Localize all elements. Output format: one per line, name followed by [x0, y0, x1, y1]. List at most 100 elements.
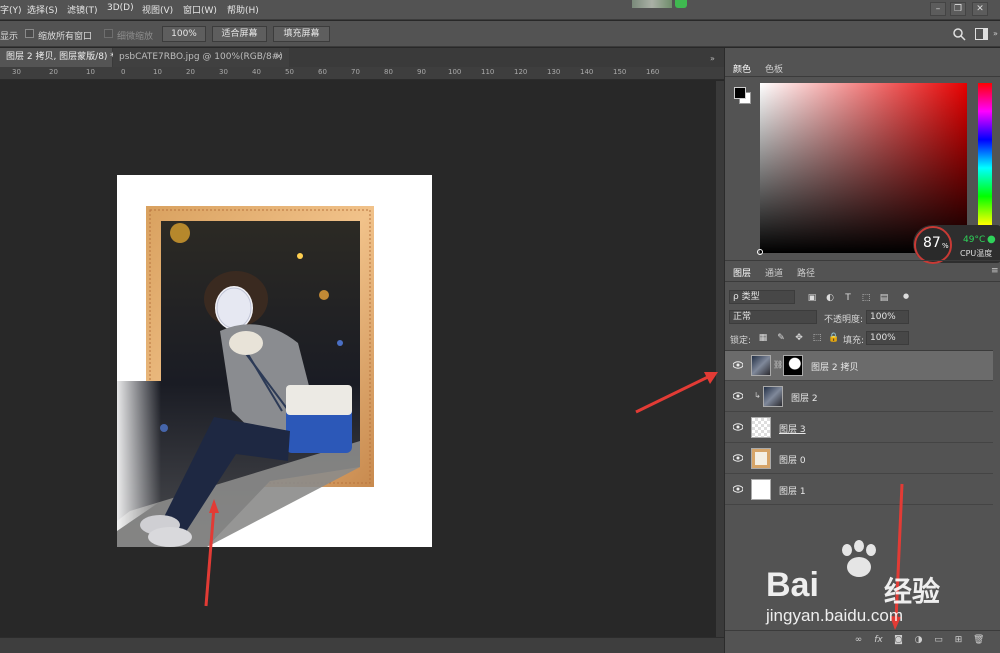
smart-object-filter-icon[interactable]: ▤	[879, 293, 889, 303]
new-group-icon[interactable]: ▭	[933, 635, 944, 646]
tab-active-document[interactable]: 图层 2 拷贝, 图层蒙版/8) *	[0, 48, 115, 67]
layer-filter-value: ρ 类型	[733, 292, 760, 302]
layer-name[interactable]: 图层 1	[779, 484, 806, 497]
opacity-label: 不透明度:	[824, 315, 864, 325]
tab-swatches[interactable]: 色板	[765, 62, 783, 75]
link-layers-icon[interactable]: ∞	[853, 635, 864, 646]
close-window-button[interactable]: ✕	[972, 2, 988, 16]
paw-logo-icon	[842, 540, 876, 577]
lock-pixels-icon[interactable]: ✎	[776, 333, 786, 343]
search-icon[interactable]	[953, 28, 966, 41]
layer-thumbnail	[763, 386, 783, 407]
delete-layer-icon[interactable]: 🗑	[973, 635, 984, 646]
vertical-scrollbar[interactable]	[716, 81, 724, 637]
ruler-label: 70	[351, 68, 360, 76]
zoom-all-windows-checkbox[interactable]	[25, 29, 34, 38]
menu-3d[interactable]: 3D(D)	[107, 3, 134, 13]
fill-value: 100%	[870, 333, 896, 343]
panel-expand-icon[interactable]: »	[993, 29, 998, 38]
tab-layers[interactable]: 图层	[733, 266, 751, 279]
scrubby-zoom-checkbox[interactable]	[104, 29, 113, 38]
restore-button[interactable]: ❐	[950, 2, 966, 16]
zoom-100-button[interactable]: 100%	[162, 26, 206, 42]
filter-toggle-icon[interactable]: ●	[901, 291, 911, 301]
ruler-label: 160	[646, 68, 660, 76]
visibility-eye-icon[interactable]	[733, 361, 743, 369]
tab-active-title: 图层 2 拷贝, 图层蒙版/8) *	[6, 52, 115, 62]
lock-transparent-icon[interactable]: ▦	[758, 333, 768, 343]
shape-filter-icon[interactable]: ⬚	[861, 293, 871, 303]
new-layer-icon[interactable]: ⊞	[953, 635, 964, 646]
layer-name[interactable]: 图层 2	[791, 391, 818, 404]
layer-row[interactable]: ↳ 图层 2	[725, 382, 993, 412]
blend-mode-select[interactable]: 正常	[729, 310, 817, 324]
ruler-label: 120	[514, 68, 528, 76]
layer-thumbnail	[751, 417, 771, 438]
opacity-value: 100%	[870, 312, 896, 322]
show-label: 显示	[0, 32, 19, 42]
layer-name[interactable]: 图层 2 拷贝	[811, 360, 858, 373]
options-bar: 显示 缩放所有窗口 细微缩放 100% 适合屏幕 填充屏幕 »	[0, 21, 1000, 47]
fx-icon[interactable]: fx	[873, 635, 884, 646]
link-icon: ⛓	[773, 360, 784, 369]
color-picker-cursor[interactable]	[757, 249, 763, 255]
horizontal-scrollbar[interactable]	[0, 637, 724, 653]
pixel-filter-icon[interactable]: ▣	[807, 293, 817, 303]
type-filter-icon[interactable]: T	[843, 293, 853, 303]
layer-row[interactable]: 图层 3	[725, 413, 993, 443]
tab-inactive-document[interactable]: psbCATE7RBO.jpg @ 100%(RGB/8#) ×	[113, 48, 289, 67]
fill-screen-button[interactable]: 填充屏幕	[273, 26, 330, 42]
menu-type[interactable]: 字(Y)	[0, 3, 22, 16]
lock-artboard-icon[interactable]: ⬚	[812, 333, 822, 343]
layer-name[interactable]: 图层 0	[779, 453, 806, 466]
menu-select[interactable]: 选择(S)	[27, 3, 58, 16]
workspace-icon[interactable]	[975, 28, 988, 40]
visibility-eye-icon[interactable]	[733, 423, 743, 431]
layer-row[interactable]: ⛓ 图层 2 拷贝	[725, 351, 993, 381]
ruler-label: 30	[12, 68, 21, 76]
cpu-temp: 49°C	[963, 235, 986, 245]
document-image[interactable]	[0, 81, 716, 637]
menu-window[interactable]: 窗口(W)	[183, 3, 217, 16]
opacity-input[interactable]: 100%	[866, 310, 909, 324]
visibility-eye-icon[interactable]	[733, 485, 743, 493]
menu-help[interactable]: 帮助(H)	[227, 3, 259, 16]
adjustment-layer-icon[interactable]: ◑	[913, 635, 924, 646]
menu-view[interactable]: 视图(V)	[142, 3, 173, 16]
fill-input[interactable]: 100%	[866, 331, 909, 345]
lock-position-icon[interactable]: ✥	[794, 333, 804, 343]
tab-paths[interactable]: 路径	[797, 266, 815, 279]
tab-channels[interactable]: 通道	[765, 266, 783, 279]
panel-menu-icon[interactable]: ≡	[991, 266, 999, 276]
ruler-label: 110	[481, 68, 495, 76]
layer-filter-select[interactable]: ρ 类型	[729, 290, 795, 304]
tab-close-icon[interactable]: ×	[275, 48, 283, 67]
ruler-label: 0	[121, 68, 126, 76]
ruler-label: 50	[285, 68, 294, 76]
tab-inactive-title: psbCATE7RBO.jpg @ 100%(RGB/8#)	[119, 52, 283, 62]
foreground-color-swatch[interactable]	[734, 87, 746, 99]
document-tab-bar: 图层 2 拷贝, 图层蒙版/8) * psbCATE7RBO.jpg @ 100…	[0, 48, 724, 67]
fit-screen-button[interactable]: 适合屏幕	[212, 26, 267, 42]
minimize-button[interactable]: –	[930, 2, 946, 16]
ruler-label: 20	[186, 68, 195, 76]
zoom-all-windows-label: 缩放所有窗口	[38, 32, 93, 42]
menu-filter[interactable]: 滤镜(T)	[67, 3, 98, 16]
ruler-label: 20	[49, 68, 58, 76]
layer-row[interactable]: 图层 0	[725, 444, 993, 474]
leaf-icon: ●	[987, 234, 996, 245]
ruler-label: 130	[547, 68, 561, 76]
visibility-eye-icon[interactable]	[733, 392, 743, 400]
menu-bar: 字(Y) 选择(S) 滤镜(T) 3D(D) 视图(V) 窗口(W) 帮助(H)…	[0, 0, 1000, 20]
layer-name[interactable]: 图层 3	[779, 422, 806, 435]
visibility-eye-icon[interactable]	[733, 454, 743, 462]
layer-row[interactable]: 图层 1	[725, 475, 993, 505]
canvas-area[interactable]	[0, 81, 716, 637]
layer-mask-thumbnail[interactable]	[783, 355, 803, 376]
lock-all-icon[interactable]: 🔒	[828, 333, 839, 343]
adjustment-filter-icon[interactable]: ◐	[825, 293, 835, 303]
tab-color[interactable]: 颜色	[733, 62, 751, 75]
cpu-temp-label: CPU温度	[960, 249, 993, 258]
scrubby-zoom-label: 细微缩放	[117, 32, 154, 42]
tabs-overflow-icon[interactable]: »	[710, 54, 715, 63]
